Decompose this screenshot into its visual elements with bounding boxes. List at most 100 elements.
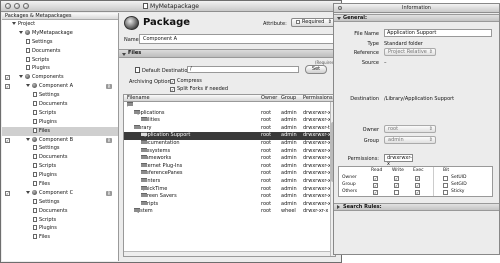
set-button[interactable]: Set [305,65,327,74]
search-rules-section-header[interactable]: Search Rules: [334,203,499,211]
include-checkbox[interactable]: ✓ [5,190,10,196]
disclosure-triangle-icon[interactable] [26,84,30,88]
split-forks-option[interactable]: ✓ Split Forks if needed [170,86,228,92]
chevron-updown-icon: ⇕ [327,19,332,25]
compress-label: Compress [177,78,202,84]
perm-exec-checkbox[interactable]: ✓ [415,183,420,188]
tree-item[interactable]: ✓ Component B R [2,136,118,145]
file-row[interactable]: Screen Savers root admin drwxrwxr-x [124,193,335,201]
tree-item[interactable]: Scripts [2,216,118,225]
file-name-cell: Application Support [141,132,190,140]
checkbox-checked-icon[interactable]: ✓ [170,87,175,92]
horizontal-scrollbar[interactable] [124,251,330,256]
tree-item[interactable]: Plugins [2,224,118,233]
default-destination-input[interactable]: / [187,66,299,73]
tree-item[interactable]: Scripts [2,162,118,171]
perm-exec-checkbox[interactable]: ✓ [415,190,420,195]
tree-item[interactable]: Scripts [2,56,118,65]
disclosure-triangle-icon[interactable] [19,30,23,34]
file-row[interactable]: Applications root admin drwxrwxr-x [124,109,335,118]
file-name-field[interactable]: Application Support [384,29,492,37]
file-row[interactable]: Internet Plug-Ins root admin drwxrwxr-x [124,162,335,171]
tree-item[interactable]: Settings [2,198,118,207]
file-row[interactable]: QuickTime root admin drwxrwxr-x [124,185,335,194]
tree-item[interactable]: Scripts [2,109,118,118]
tree-item[interactable]: Plugins [2,118,118,127]
checkbox-checked-icon[interactable]: ✓ [170,79,175,84]
compress-option[interactable]: ✓ Compress [170,78,202,84]
column-permissions[interactable]: Permissions [303,95,333,101]
file-row[interactable]: Application Support root admin drwxrwxr-x [124,132,335,140]
tree-item[interactable]: Plugins [2,171,118,180]
disclosure-triangle-icon[interactable] [19,75,23,79]
file-row[interactable]: Frameworks root admin drwxrwxr-x [124,155,335,163]
tree-item[interactable]: ✓ Component C R [2,189,118,198]
tree-item[interactable]: Settings [2,144,118,153]
perm-write-checkbox[interactable]: ✓ [394,183,399,188]
disclosure-triangle-icon[interactable] [26,137,30,141]
include-checkbox[interactable]: ✓ [5,84,10,90]
tree-item[interactable]: Project [2,20,118,29]
main-titlebar[interactable]: MyMetapackage [1,1,341,12]
file-row[interactable]: Scripts root admin drwxrwxr-x [124,200,335,209]
general-section-header[interactable]: General: [334,14,499,22]
column-filename[interactable]: Filename [127,95,150,101]
folder-icon [141,139,147,144]
file-name-text: Application Support [141,132,191,139]
perm-read-checkbox[interactable]: ✓ [373,190,378,195]
tree-item-label: Files [39,127,50,134]
file-row[interactable]: Printers root admin drwxrwxr-x [124,177,335,186]
tree-item[interactable]: Documents [2,100,118,109]
tree-item[interactable]: Files [2,233,118,242]
tree-item[interactable]: ✓ Component A R [2,82,118,91]
file-row[interactable]: System root wheel drwxr-xr-x [124,208,335,216]
owner-label: Owner [362,127,379,133]
file-row[interactable]: Library root admin drwxrwxr-t [124,124,335,133]
attribute-select[interactable]: Required ⇕ [291,18,336,27]
tree-item[interactable]: Files [2,180,118,189]
folder-icon [141,200,147,205]
special-bit-checkbox[interactable] [443,190,448,195]
file-row[interactable]: PreferencePanes root admin drwxrwxr-x [124,170,335,178]
checkbox-icon [296,20,300,24]
tree-item[interactable]: MyMetapackage [2,29,118,38]
file-row[interactable]: Utilities root admin drwxrwxr-x [124,117,335,125]
special-bit-checkbox[interactable] [443,176,448,181]
reference-popup[interactable]: Project Relative ⇕ [384,48,436,56]
tree-item[interactable]: Documents [2,207,118,216]
files-section-header[interactable]: Files [119,49,340,58]
file-name-cell: Documentation [141,139,180,148]
tree-item[interactable]: Settings [2,38,118,47]
include-checkbox[interactable]: ✓ [5,75,10,81]
perm-write-checkbox[interactable] [394,190,399,195]
disclosure-triangle-icon[interactable] [12,22,16,25]
tree-item[interactable]: ✓ Components [2,73,118,82]
file-row[interactable]: Filesystems root admin drwxrwxr-x [124,147,335,156]
perm-exec-checkbox[interactable]: ✓ [415,176,420,181]
permissions-field[interactable]: drwxrwxr-x [384,154,413,167]
checkbox-icon[interactable] [135,67,140,73]
tree-header[interactable]: Packages & Metapackages [2,13,118,20]
column-owner[interactable]: Owner [261,95,277,101]
perm-read-checkbox[interactable]: ✓ [373,183,378,188]
group-popup[interactable]: admin ⇕ [384,136,436,144]
special-bit-label: SetGID [451,182,467,187]
tree-item[interactable]: Plugins [2,64,118,73]
perm-write-checkbox[interactable]: ✓ [394,176,399,181]
tree-item[interactable]: Files [2,126,118,136]
perm-read-checkbox[interactable]: ✓ [373,176,378,181]
file-row[interactable]: Documentation root admin drwxrwxr-x [124,139,335,148]
column-group[interactable]: Group [281,95,296,101]
name-input[interactable]: Component A [139,34,337,44]
file-owner-cell: root [261,147,272,154]
tree-item[interactable]: Documents [2,153,118,162]
info-titlebar[interactable]: Information [334,4,499,13]
tree-item[interactable]: Settings [2,91,118,100]
special-bit-checkbox[interactable] [443,183,448,188]
owner-popup[interactable]: root ⇕ [384,125,436,133]
file-row[interactable]: / [124,102,335,110]
tree-item-label: Settings [32,38,53,45]
disclosure-triangle-icon[interactable] [26,190,30,194]
tree-item[interactable]: Documents [2,47,118,56]
include-checkbox[interactable]: ✓ [5,137,10,143]
